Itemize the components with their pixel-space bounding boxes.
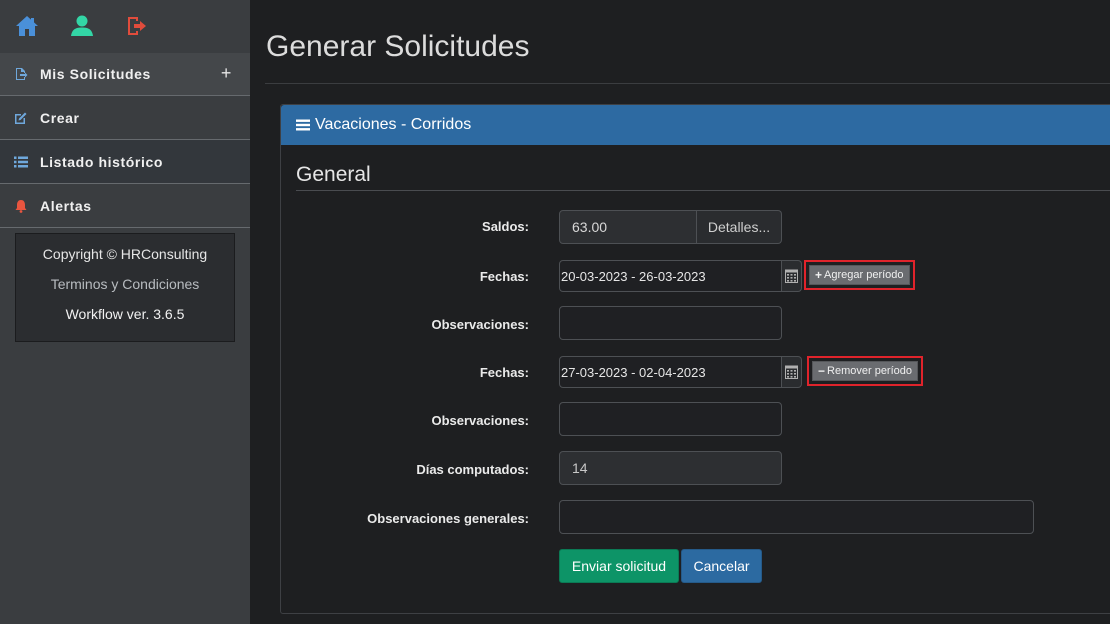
date-range-input-2[interactable]: 27-03-2023 - 02-04-2023	[559, 356, 782, 388]
sidebar-item-label: Alertas	[40, 197, 92, 214]
app-window: Mis Solicitudes + Crear Listado históric…	[0, 0, 1110, 624]
plus-icon: +	[815, 268, 823, 282]
version-text: Workflow ver. 3.6.5	[65, 306, 185, 322]
sidebar-item-label: Mis Solicitudes	[40, 66, 151, 82]
sidebar: Mis Solicitudes + Crear Listado históric…	[0, 0, 250, 624]
file-export-icon	[14, 67, 28, 81]
home-icon[interactable]	[15, 11, 70, 41]
sidebar-item-label: Crear	[40, 109, 80, 126]
submit-button[interactable]: Enviar solicitud	[559, 549, 679, 583]
edit-icon	[14, 111, 28, 125]
section-title: General	[296, 163, 371, 186]
calendar-icon[interactable]	[782, 260, 802, 292]
saldos-label: Saldos:	[482, 219, 529, 234]
dias-value: 14	[559, 451, 782, 485]
saldos-value: 63.00	[559, 210, 697, 244]
bell-icon	[14, 199, 28, 213]
observaciones-generales-label: Observaciones generales:	[367, 511, 529, 526]
observaciones-input-2[interactable]	[559, 402, 782, 436]
dias-label: Días computados:	[416, 462, 529, 477]
bars-icon	[296, 119, 310, 131]
observaciones-label: Observaciones:	[431, 413, 529, 428]
observaciones-label: Observaciones:	[431, 317, 529, 332]
minus-icon: −	[818, 364, 826, 378]
sidebar-top-icons	[0, 0, 250, 52]
page-title: Generar Solicitudes	[266, 30, 530, 63]
sidebar-item-mis-solicitudes[interactable]: Mis Solicitudes +	[0, 52, 250, 96]
copyright-text: Copyright © HRConsulting	[42, 246, 208, 262]
section-divider	[296, 190, 1110, 191]
add-period-highlight: + Agregar período	[804, 260, 915, 290]
add-period-button[interactable]: + Agregar período	[809, 265, 910, 285]
remove-period-highlight: − Remover período	[807, 356, 924, 386]
panel-header: Vacaciones - Corridos	[281, 105, 1110, 145]
user-icon[interactable]	[70, 11, 125, 41]
details-button[interactable]: Detalles...	[697, 210, 782, 244]
title-divider	[265, 83, 1110, 84]
sidebar-footer: Copyright © HRConsulting Terminos y Cond…	[15, 233, 235, 342]
panel-header-title: Vacaciones - Corridos	[315, 116, 472, 133]
date-range-input-1[interactable]: 20-03-2023 - 26-03-2023	[559, 260, 782, 292]
request-panel: Vacaciones - Corridos General Saldos: 63…	[280, 104, 1110, 614]
observaciones-generales-input[interactable]	[559, 500, 1034, 534]
remove-period-button[interactable]: − Remover período	[812, 361, 919, 381]
fechas-label: Fechas:	[479, 365, 529, 380]
list-icon	[14, 155, 28, 169]
date-range-picker-2: 27-03-2023 - 02-04-2023	[559, 356, 802, 388]
date-range-picker-1: 20-03-2023 - 26-03-2023	[559, 260, 802, 292]
saldos-group: 63.00 Detalles...	[559, 210, 782, 244]
main-content: Generar Solicitudes Vacaciones - Corrido…	[250, 0, 1110, 624]
sidebar-item-alertas[interactable]: Alertas	[0, 184, 250, 228]
add-period-label: Agregar período	[824, 269, 904, 281]
logout-icon[interactable]	[125, 11, 180, 41]
sidebar-item-label: Listado histórico	[40, 153, 163, 170]
fechas-label: Fechas:	[479, 269, 529, 284]
calendar-icon[interactable]	[782, 356, 802, 388]
remove-period-label: Remover período	[827, 365, 913, 377]
sidebar-item-listado-historico[interactable]: Listado histórico	[0, 140, 250, 184]
observaciones-input-1[interactable]	[559, 306, 782, 340]
cancel-button[interactable]: Cancelar	[681, 549, 762, 583]
terms-link[interactable]: Terminos y Condiciones	[16, 274, 234, 304]
sidebar-item-crear[interactable]: Crear	[0, 96, 250, 140]
expand-plus-icon[interactable]: +	[221, 63, 232, 84]
